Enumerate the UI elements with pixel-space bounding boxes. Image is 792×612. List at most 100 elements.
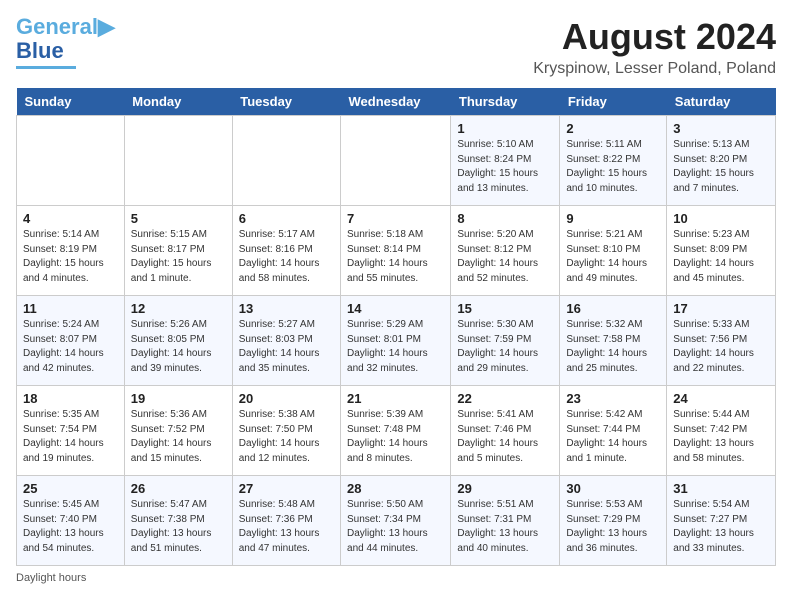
month-title: August 2024 [533,16,776,58]
day-info: Sunrise: 5:48 AM Sunset: 7:36 PM Dayligh… [239,498,334,556]
day-info: Sunrise: 5:53 AM Sunset: 7:29 PM Dayligh… [566,498,660,556]
day-cell: 7 Sunrise: 5:18 AM Sunset: 8:14 PM Daylig… [341,206,451,296]
col-header-saturday: Saturday [667,88,776,116]
day-cell: 17Sunrise: 5:33 AM Sunset: 7:56 PM Dayli… [667,296,776,386]
day-cell: 10 Sunrise: 5:23 AM Sunset: 8:09 PM Dayli… [667,206,776,296]
day-cell: 29 Sunrise: 5:51 AM Sunset: 7:31 PM Dayli… [451,476,560,566]
col-header-thursday: Thursday [451,88,560,116]
location-title: Kryspinow, Lesser Poland, Poland [533,60,776,78]
day-info: Sunrise: 5:44 AM Sunset: 7:42 PM Dayligh… [673,408,769,466]
day-info: Sunrise: 5:11 AM Sunset: 8:22 PM Dayligh… [566,138,660,196]
day-number: 15 [457,301,553,316]
day-number: 21 [347,391,444,406]
day-cell: 18 Sunrise: 5:35 AM Sunset: 7:54 PM Dayli… [17,386,125,476]
day-info: Sunrise: 5:38 AM Sunset: 7:50 PM Dayligh… [239,408,334,466]
day-number: 18 [23,391,118,406]
day-number: 28 [347,481,444,496]
week-row: 25Sunrise: 5:45 AM Sunset: 7:40 PM Dayli… [17,476,776,566]
day-cell: 19 Sunrise: 5:36 AM Sunset: 7:52 PM Dayli… [124,386,232,476]
day-number: 13 [239,301,334,316]
day-info: Sunrise: 5:32 AM Sunset: 7:58 PM Dayligh… [566,318,660,376]
day-cell: 28 Sunrise: 5:50 AM Sunset: 7:34 PM Dayli… [341,476,451,566]
day-info: Sunrise: 5:26 AM Sunset: 8:05 PM Dayligh… [131,318,226,376]
day-cell [124,116,232,206]
day-cell: 14Sunrise: 5:29 AM Sunset: 8:01 PM Dayli… [341,296,451,386]
day-cell: 24 Sunrise: 5:44 AM Sunset: 7:42 PM Dayli… [667,386,776,476]
day-number: 30 [566,481,660,496]
day-number: 5 [131,211,226,226]
logo: General▶ Blue [16,16,115,69]
day-cell: 8 Sunrise: 5:20 AM Sunset: 8:12 PM Daylig… [451,206,560,296]
day-number: 3 [673,121,769,136]
header: General▶ Blue August 2024 Kryspinow, Les… [16,16,776,78]
day-cell: 5 Sunrise: 5:15 AM Sunset: 8:17 PM Daylig… [124,206,232,296]
day-cell: 23 Sunrise: 5:42 AM Sunset: 7:44 PM Dayli… [560,386,667,476]
day-info: Sunrise: 5:15 AM Sunset: 8:17 PM Dayligh… [131,228,226,286]
header-row: SundayMondayTuesdayWednesdayThursdayFrid… [17,88,776,116]
day-cell: 6Sunrise: 5:17 AM Sunset: 8:16 PM Daylig… [232,206,340,296]
day-info: Sunrise: 5:51 AM Sunset: 7:31 PM Dayligh… [457,498,553,556]
day-info: Sunrise: 5:39 AM Sunset: 7:48 PM Dayligh… [347,408,444,466]
day-number: 1 [457,121,553,136]
day-number: 7 [347,211,444,226]
day-info: Sunrise: 5:29 AM Sunset: 8:01 PM Dayligh… [347,318,444,376]
day-info: Sunrise: 5:10 AM Sunset: 8:24 PM Dayligh… [457,138,553,196]
week-row: 1 Sunrise: 5:10 AM Sunset: 8:24 PM Daylig… [17,116,776,206]
day-cell: 3Sunrise: 5:13 AM Sunset: 8:20 PM Daylig… [667,116,776,206]
day-cell: 2 Sunrise: 5:11 AM Sunset: 8:22 PM Daylig… [560,116,667,206]
week-row: 4 Sunrise: 5:14 AM Sunset: 8:19 PM Daylig… [17,206,776,296]
day-number: 23 [566,391,660,406]
day-cell: 1 Sunrise: 5:10 AM Sunset: 8:24 PM Daylig… [451,116,560,206]
footer-note-text: Daylight hours [16,572,86,584]
day-number: 24 [673,391,769,406]
logo-general: General [16,14,98,39]
day-cell: 12Sunrise: 5:26 AM Sunset: 8:05 PM Dayli… [124,296,232,386]
day-info: Sunrise: 5:50 AM Sunset: 7:34 PM Dayligh… [347,498,444,556]
day-cell: 25Sunrise: 5:45 AM Sunset: 7:40 PM Dayli… [17,476,125,566]
day-number: 26 [131,481,226,496]
day-info: Sunrise: 5:35 AM Sunset: 7:54 PM Dayligh… [23,408,118,466]
col-header-tuesday: Tuesday [232,88,340,116]
day-info: Sunrise: 5:36 AM Sunset: 7:52 PM Dayligh… [131,408,226,466]
logo-underline [16,66,76,69]
day-info: Sunrise: 5:14 AM Sunset: 8:19 PM Dayligh… [23,228,118,286]
day-number: 10 [673,211,769,226]
day-cell: 22 Sunrise: 5:41 AM Sunset: 7:46 PM Dayli… [451,386,560,476]
day-info: Sunrise: 5:24 AM Sunset: 8:07 PM Dayligh… [23,318,118,376]
day-cell [232,116,340,206]
day-number: 19 [131,391,226,406]
day-number: 8 [457,211,553,226]
footer-note: Daylight hours [16,572,776,584]
day-number: 22 [457,391,553,406]
day-number: 6 [239,211,334,226]
day-number: 31 [673,481,769,496]
logo-text: General▶ [16,16,115,38]
day-info: Sunrise: 5:47 AM Sunset: 7:38 PM Dayligh… [131,498,226,556]
day-cell: 15 Sunrise: 5:30 AM Sunset: 7:59 PM Dayli… [451,296,560,386]
logo-blue-text: Blue [16,38,64,64]
day-number: 2 [566,121,660,136]
day-cell: 16Sunrise: 5:32 AM Sunset: 7:58 PM Dayli… [560,296,667,386]
week-row: 18 Sunrise: 5:35 AM Sunset: 7:54 PM Dayli… [17,386,776,476]
day-info: Sunrise: 5:20 AM Sunset: 8:12 PM Dayligh… [457,228,553,286]
day-info: Sunrise: 5:23 AM Sunset: 8:09 PM Dayligh… [673,228,769,286]
day-cell [341,116,451,206]
day-number: 11 [23,301,118,316]
day-info: Sunrise: 5:21 AM Sunset: 8:10 PM Dayligh… [566,228,660,286]
col-header-sunday: Sunday [17,88,125,116]
day-info: Sunrise: 5:30 AM Sunset: 7:59 PM Dayligh… [457,318,553,376]
logo-blue: ▶ [98,14,115,39]
day-info: Sunrise: 5:54 AM Sunset: 7:27 PM Dayligh… [673,498,769,556]
day-info: Sunrise: 5:18 AM Sunset: 8:14 PM Dayligh… [347,228,444,286]
day-number: 29 [457,481,553,496]
day-number: 9 [566,211,660,226]
day-number: 4 [23,211,118,226]
day-info: Sunrise: 5:41 AM Sunset: 7:46 PM Dayligh… [457,408,553,466]
day-cell: 27Sunrise: 5:48 AM Sunset: 7:36 PM Dayli… [232,476,340,566]
day-cell: 21 Sunrise: 5:39 AM Sunset: 7:48 PM Dayli… [341,386,451,476]
day-info: Sunrise: 5:45 AM Sunset: 7:40 PM Dayligh… [23,498,118,556]
day-cell: 13 Sunrise: 5:27 AM Sunset: 8:03 PM Dayli… [232,296,340,386]
day-info: Sunrise: 5:27 AM Sunset: 8:03 PM Dayligh… [239,318,334,376]
day-cell: 20Sunrise: 5:38 AM Sunset: 7:50 PM Dayli… [232,386,340,476]
day-info: Sunrise: 5:42 AM Sunset: 7:44 PM Dayligh… [566,408,660,466]
